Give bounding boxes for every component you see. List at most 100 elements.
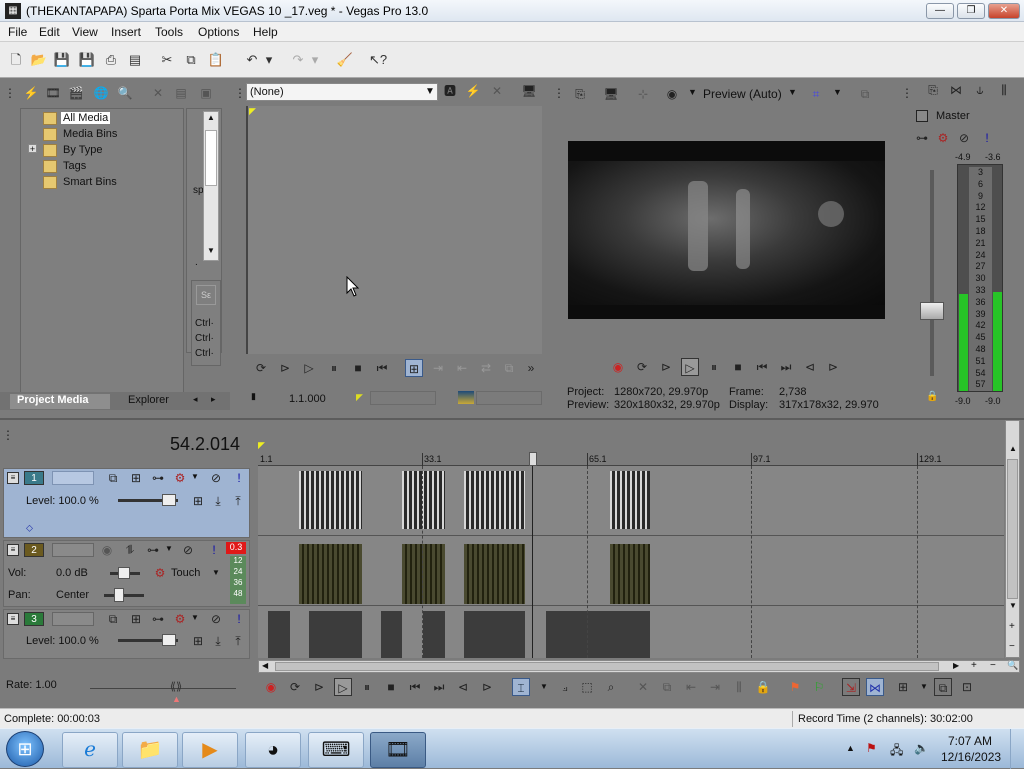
minimize-button[interactable]: — bbox=[926, 3, 954, 19]
audio-clip[interactable] bbox=[299, 544, 362, 604]
trimmer-display-icon[interactable]: 🖥 bbox=[520, 82, 538, 100]
marker-icon[interactable]: ⚑ bbox=[786, 678, 804, 696]
panel-grip-icon[interactable]: ⋮ bbox=[2, 426, 14, 444]
trimmer-clear-icon[interactable]: ✕ bbox=[488, 82, 506, 100]
dim-output-icon[interactable]: ⫝ bbox=[971, 81, 989, 99]
chevron-down-icon[interactable]: ▼ bbox=[920, 682, 928, 691]
solo-icon[interactable]: ! bbox=[205, 541, 223, 559]
vertical-scrollbar[interactable]: ▲ ▼ bbox=[203, 111, 219, 261]
open-icon[interactable]: 📂 bbox=[29, 50, 49, 70]
capture-video-icon[interactable]: 🎞 bbox=[44, 84, 62, 102]
internet-explorer-task[interactable]: ℯ bbox=[62, 732, 118, 768]
chevron-down-icon[interactable]: ▼ bbox=[191, 472, 199, 481]
stop-icon[interactable]: ■ bbox=[382, 678, 400, 696]
trimmer-tool-icon[interactable]: ⇥ bbox=[429, 359, 447, 377]
record-arm-icon[interactable]: ◉ bbox=[98, 541, 116, 559]
menu-view[interactable]: View bbox=[72, 25, 98, 39]
solo-icon[interactable]: ! bbox=[230, 469, 248, 487]
scroll-thumb[interactable] bbox=[1007, 459, 1018, 599]
audio-clip[interactable] bbox=[464, 544, 525, 604]
track-header-audio-2[interactable]: ≡ 2 ◉ ⥮ ⊶ ▼ ⊘ ! 0.3 12 24 36 48 Vol: 0.0… bbox=[3, 540, 250, 607]
fx-settings-icon[interactable]: ⚙ bbox=[171, 610, 189, 628]
mute-icon[interactable]: ⊘ bbox=[207, 469, 225, 487]
render-icon[interactable]: ⎙ bbox=[101, 50, 121, 70]
panel-grip-icon[interactable]: ⋮ bbox=[234, 84, 246, 102]
trimmer-fx-icon[interactable]: ⚡ bbox=[464, 82, 482, 100]
master-box-icon[interactable] bbox=[916, 110, 928, 122]
pause-icon[interactable]: ⏸ bbox=[705, 358, 723, 376]
previous-frame-icon[interactable]: ⊲ bbox=[454, 678, 472, 696]
play-from-start-icon[interactable]: ⊳ bbox=[310, 678, 328, 696]
menu-options[interactable]: Options bbox=[198, 25, 239, 39]
panel-grip-icon[interactable]: ⋮ bbox=[4, 84, 16, 102]
audio-clip[interactable] bbox=[402, 544, 445, 604]
fx-icon[interactable]: ⊶ bbox=[149, 610, 167, 628]
rate-slider-knob[interactable]: ⟪⟫ bbox=[166, 680, 186, 694]
trimmer-tool-icon[interactable]: ⇤ bbox=[453, 359, 471, 377]
pan-slider[interactable] bbox=[104, 588, 144, 602]
trim-start-icon[interactable]: ⇤ bbox=[682, 678, 700, 696]
media-fx-icon[interactable]: ▣ bbox=[197, 84, 215, 102]
search-media-icon[interactable]: 🔍 bbox=[116, 84, 134, 102]
chevron-down-icon[interactable]: ▼ bbox=[688, 87, 697, 97]
scroll-right-icon[interactable]: ▶ bbox=[953, 661, 959, 670]
track-header-video-1[interactable]: ≡ 1 ⧉ ⊞ ⊶ ⚙ ▼ ⊘ ! Level: 100.0 % ⊞ ⤓ ⤒ ⬦ bbox=[3, 468, 250, 538]
record-icon[interactable]: ◉ bbox=[609, 358, 627, 376]
network-icon[interactable]: 🖧 bbox=[890, 741, 903, 762]
lock-icon[interactable]: 🔒 bbox=[754, 678, 772, 696]
remove-media-icon[interactable]: ✕ bbox=[149, 84, 167, 102]
copy-snapshot-icon[interactable]: ⧉ bbox=[856, 85, 874, 103]
split-screen-icon[interactable]: ⊹ bbox=[634, 85, 652, 103]
level-slider-knob[interactable] bbox=[162, 634, 176, 646]
play-icon[interactable]: ▷ bbox=[334, 678, 352, 696]
volume-slider[interactable] bbox=[110, 567, 140, 579]
track-header-video-3[interactable]: ≡ 3 ⧉ ⊞ ⊶ ⚙ ▼ ⊘ ! Level: 100.0 % ⊞ ⤓ ⤒ bbox=[3, 609, 250, 659]
stop-icon[interactable]: ■ bbox=[729, 358, 747, 376]
next-frame-icon[interactable]: ⊳ bbox=[824, 358, 842, 376]
scroll-up-icon[interactable]: ▲ bbox=[207, 113, 215, 122]
loop-icon[interactable]: ⟳ bbox=[633, 358, 651, 376]
video-clip[interactable] bbox=[610, 471, 650, 529]
up-arrow-icon[interactable]: ⤒ bbox=[229, 492, 247, 510]
undo-icon[interactable]: ↶ bbox=[242, 50, 262, 70]
pause-icon[interactable]: ⏸ bbox=[358, 678, 376, 696]
mute-icon[interactable]: ⊘ bbox=[179, 541, 197, 559]
playhead-handle[interactable] bbox=[529, 452, 537, 466]
scroll-thumb[interactable] bbox=[205, 130, 217, 186]
undo-dropdown-icon[interactable]: ▾ bbox=[263, 50, 275, 70]
external-monitor-icon[interactable]: 🖥 bbox=[602, 85, 620, 103]
web-media-icon[interactable]: 🌐 bbox=[92, 84, 110, 102]
preview-fx-icon[interactable]: ◉ bbox=[663, 85, 681, 103]
preview-quality-select[interactable]: Preview (Auto) bbox=[703, 87, 782, 101]
loop-icon[interactable]: ⟳ bbox=[252, 359, 270, 377]
enable-snapping-icon[interactable]: 🧹 bbox=[335, 50, 355, 70]
paste-icon[interactable]: 📋 bbox=[206, 50, 226, 70]
show-desktop-button[interactable] bbox=[1010, 729, 1024, 769]
automation-icon[interactable]: ⚙ bbox=[151, 564, 169, 582]
selection-tool-icon[interactable]: ⬚ bbox=[578, 678, 596, 696]
loop-icon[interactable]: ⟳ bbox=[286, 678, 304, 696]
next-frame-icon[interactable]: ⊳ bbox=[478, 678, 496, 696]
chevron-down-icon[interactable]: ▼ bbox=[165, 544, 173, 553]
properties-icon[interactable]: ▤ bbox=[125, 50, 145, 70]
track-name-field[interactable] bbox=[52, 612, 94, 626]
downmix-icon[interactable]: ⋈ bbox=[947, 81, 965, 99]
delete-icon[interactable]: ✕ bbox=[634, 678, 652, 696]
video-clip[interactable] bbox=[464, 611, 525, 658]
video-clip[interactable] bbox=[309, 611, 362, 658]
video-clip[interactable] bbox=[423, 611, 445, 658]
up-arrow-icon[interactable]: ⤒ bbox=[229, 632, 247, 650]
motion-icon[interactable]: ⊞ bbox=[127, 610, 145, 628]
get-media-icon[interactable]: 🎬 bbox=[67, 84, 85, 102]
preview-properties-icon[interactable]: ⎘ bbox=[571, 85, 589, 103]
fx-icon[interactable]: ⊶ bbox=[144, 541, 162, 559]
auto-crossfade-icon[interactable]: ⋈ bbox=[866, 678, 884, 696]
track-name-field[interactable] bbox=[52, 543, 94, 557]
tray-arrow-icon[interactable]: ▲ bbox=[846, 743, 855, 753]
level-slider[interactable] bbox=[118, 494, 178, 506]
split-icon[interactable]: ⫼ bbox=[730, 678, 748, 696]
stop-icon[interactable]: ■ bbox=[349, 359, 367, 377]
expand-icon[interactable]: + bbox=[28, 144, 37, 154]
mute-icon[interactable]: ⊘ bbox=[207, 610, 225, 628]
collapse-track-icon[interactable]: ≡ bbox=[7, 613, 19, 625]
